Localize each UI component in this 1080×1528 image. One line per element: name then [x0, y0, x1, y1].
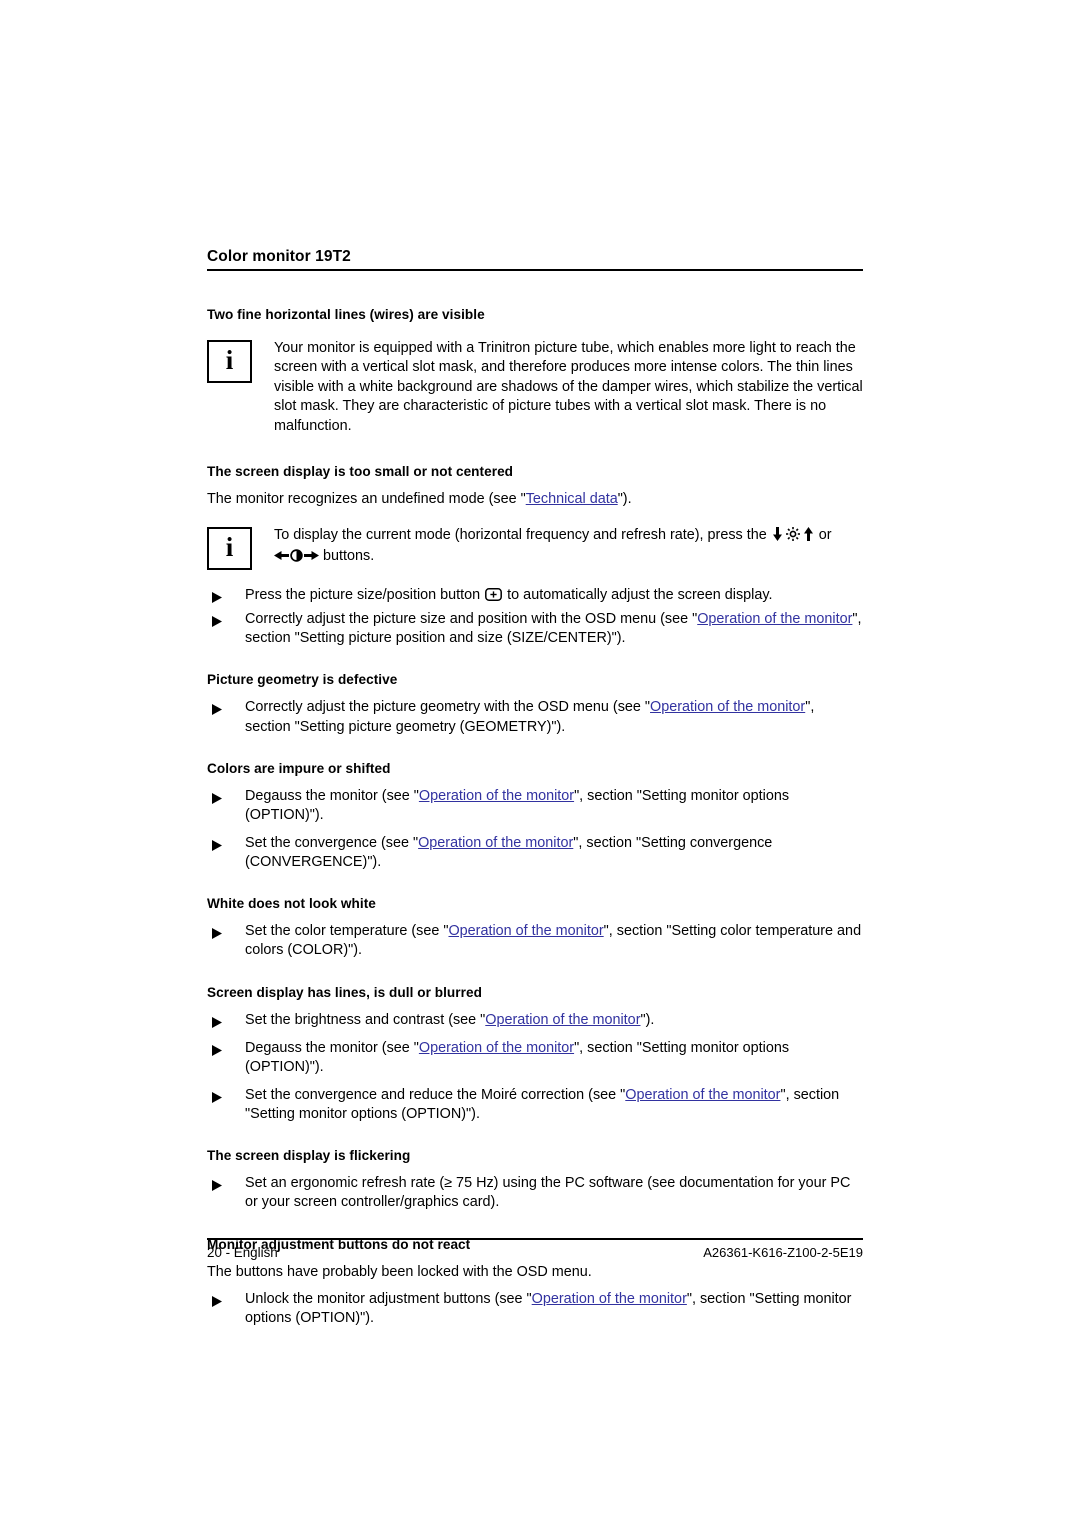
- bullet-triangle-icon: [207, 586, 245, 603]
- heading-white-not-white: White does not look white: [207, 896, 376, 912]
- link-operation-of-the-monitor[interactable]: Operation of the monitor: [419, 788, 574, 804]
- bullet-post: ").: [640, 1011, 655, 1028]
- footer-page-label: 20 - English: [207, 1245, 278, 1260]
- bullet-pre: Unlock the monitor adjustment buttons (s…: [245, 1290, 532, 1307]
- heading-screen-flickering: The screen display is flickering: [207, 1148, 411, 1164]
- link-operation-of-the-monitor[interactable]: Operation of the monitor: [448, 923, 603, 939]
- para-post: ").: [617, 490, 632, 507]
- link-operation-of-the-monitor[interactable]: Operation of the monitor: [697, 611, 852, 627]
- bullet-pre: Set the convergence and reduce the Moiré…: [245, 1087, 626, 1104]
- bullet-triangle-icon: [207, 1011, 245, 1028]
- bullet-pre: Set the convergence (see ": [245, 834, 419, 851]
- bullet-triangle-icon: [207, 787, 245, 804]
- info-icon: i: [207, 340, 252, 384]
- note2-part3: buttons.: [319, 548, 375, 565]
- header-divider: [207, 269, 863, 272]
- bullet-triangle-icon: [207, 922, 245, 940]
- arrow-left-icon: [274, 549, 289, 568]
- heading-two-fine-lines: Two fine horizontal lines (wires) are vi…: [207, 307, 485, 323]
- list-item: Set the brightness and contrast (see "Op…: [207, 1011, 863, 1030]
- bullet-text: Set an ergonomic refresh rate (≥ 75 Hz) …: [245, 1175, 851, 1211]
- list-item: Degauss the monitor (see "Operation of t…: [207, 1039, 863, 1077]
- bullet-text: Correctly adjust the picture size and po…: [245, 610, 863, 648]
- heading-colors-impure: Colors are impure or shifted: [207, 760, 391, 776]
- link-operation-of-the-monitor[interactable]: Operation of the monitor: [625, 1087, 780, 1103]
- list-item: Press the picture size/position button t…: [207, 586, 863, 605]
- document-page: Color monitor 19T2 Two fine horizontal l…: [207, 248, 863, 1333]
- paragraph-buttons-locked: The buttons have probably been locked wi…: [207, 1263, 592, 1280]
- bullet-text: Set the convergence and reduce the Moiré…: [245, 1086, 863, 1124]
- page-title: Color monitor 19T2: [207, 248, 351, 265]
- bullet-triangle-icon: [207, 698, 245, 716]
- bullet-triangle-icon: [207, 834, 245, 851]
- bullet-triangle-icon: [207, 1086, 245, 1104]
- para-pre: The monitor recognizes an undefined mode…: [207, 490, 526, 507]
- footer-divider: [207, 1238, 863, 1240]
- info-icon-glyph: i: [225, 531, 234, 562]
- bullet-pre: Press the picture size/position button: [245, 586, 485, 603]
- heading-picture-geometry: Picture geometry is defective: [207, 672, 398, 688]
- arrow-right-icon: [304, 549, 319, 568]
- heading-screen-too-small: The screen display is too small or not c…: [207, 463, 514, 479]
- bullet-text: Degauss the monitor (see "Operation of t…: [245, 1039, 863, 1077]
- info-note-2-text: To display the current mode (horizontal …: [274, 525, 832, 569]
- info-icon-glyph: i: [225, 345, 234, 376]
- list-item: Set the convergence and reduce the Moiré…: [207, 1086, 863, 1124]
- bullet-pre: Set the brightness and contrast (see ": [245, 1011, 486, 1028]
- bullet-text: Unlock the monitor adjustment buttons (s…: [245, 1290, 863, 1328]
- bullet-pre: Correctly adjust the picture size and po…: [245, 611, 698, 628]
- list-item: Set the convergence (see "Operation of t…: [207, 834, 863, 872]
- link-operation-of-the-monitor[interactable]: Operation of the monitor: [650, 699, 805, 715]
- info-icon: i: [207, 526, 252, 570]
- picture-size-position-button-icon: [485, 587, 503, 601]
- list-item: Set the color temperature (see "Operatio…: [207, 922, 863, 960]
- link-operation-of-the-monitor[interactable]: Operation of the monitor: [532, 1291, 687, 1307]
- heading-screen-lines-dull: Screen display has lines, is dull or blu…: [207, 984, 482, 1000]
- list-item: Unlock the monitor adjustment buttons (s…: [207, 1290, 863, 1328]
- bullet-text: Set the color temperature (see "Operatio…: [245, 922, 863, 960]
- paragraph-undefined-mode: The monitor recognizes an undefined mode…: [207, 490, 863, 509]
- bullet-pre: Correctly adjust the picture geometry wi…: [245, 699, 651, 716]
- bullet-pre: Degauss the monitor (see ": [245, 787, 419, 804]
- bullet-pre: Degauss the monitor (see ": [245, 1039, 419, 1056]
- info-note-2: i To display the current mode (horizonta…: [207, 525, 863, 570]
- bullet-pre: Set the color temperature (see ": [245, 923, 449, 940]
- bullet-text: Set the convergence (see "Operation of t…: [245, 834, 863, 872]
- list-item: Set an ergonomic refresh rate (≥ 75 Hz) …: [207, 1174, 863, 1212]
- arrow-up-icon: [802, 526, 815, 547]
- footer-document-number: A26361-K616-Z100-2-5E19: [703, 1245, 863, 1260]
- link-operation-of-the-monitor[interactable]: Operation of the monitor: [485, 1012, 640, 1028]
- bullet-text: Set the brightness and contrast (see "Op…: [245, 1011, 863, 1030]
- bullet-triangle-icon: [207, 1290, 245, 1307]
- bullet-post: to automatically adjust the screen displ…: [503, 586, 773, 603]
- link-operation-of-the-monitor[interactable]: Operation of the monitor: [418, 835, 573, 851]
- note2-part1: To display the current mode (horizontal …: [274, 526, 771, 543]
- arrow-down-icon: [771, 526, 784, 547]
- bullet-text: Press the picture size/position button t…: [245, 586, 863, 605]
- info-note-1-text: Your monitor is equipped with a Trinitro…: [274, 340, 863, 434]
- bullet-triangle-icon: [207, 1039, 245, 1056]
- contrast-icon: [290, 549, 303, 568]
- list-item: Correctly adjust the picture geometry wi…: [207, 698, 863, 736]
- note2-part2: or: [814, 526, 832, 543]
- link-technical-data[interactable]: Technical data: [526, 491, 618, 507]
- brightness-sun-icon: [785, 526, 800, 547]
- bullet-text: Degauss the monitor (see "Operation of t…: [245, 787, 863, 825]
- bullet-triangle-icon: [207, 610, 245, 628]
- list-item: Degauss the monitor (see "Operation of t…: [207, 787, 863, 825]
- info-note-1: i Your monitor is equipped with a Trinit…: [207, 338, 863, 436]
- bullet-triangle-icon: [207, 1174, 245, 1192]
- page-footer: 20 - English A26361-K616-Z100-2-5E19: [207, 1238, 863, 1260]
- link-operation-of-the-monitor[interactable]: Operation of the monitor: [419, 1040, 574, 1056]
- list-item: Correctly adjust the picture size and po…: [207, 610, 863, 648]
- bullet-text: Correctly adjust the picture geometry wi…: [245, 698, 863, 736]
